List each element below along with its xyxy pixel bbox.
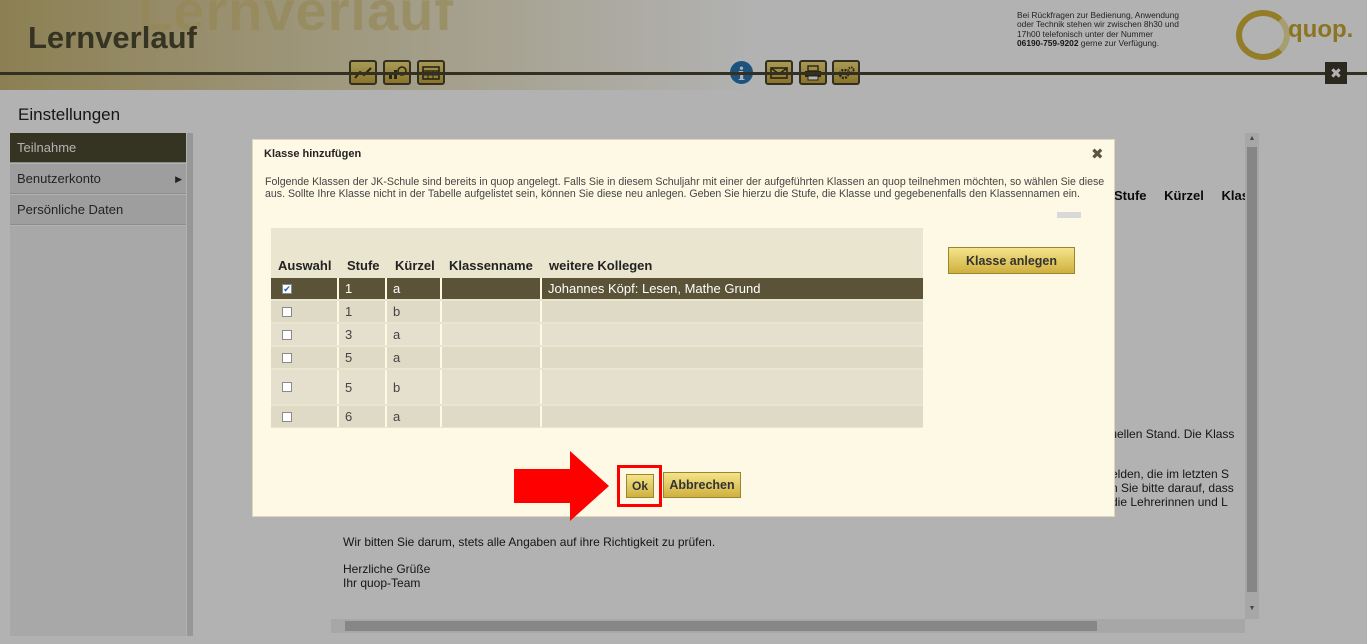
column-header-auswahl: Auswahl	[278, 258, 332, 273]
dialog-scroll-indicator	[1057, 212, 1081, 218]
cell-kollegen	[542, 301, 923, 322]
cell-kollegen: Johannes Köpf: Lesen, Mathe Grund	[542, 278, 923, 299]
table-row[interactable]: 3 a	[271, 324, 923, 345]
row-checkbox[interactable]: ✔	[282, 283, 292, 294]
row-checkbox[interactable]	[282, 329, 292, 340]
classes-table: Auswahl Stufe Kürzel Klassenname weitere…	[271, 228, 923, 428]
cell-kuerzel: b	[387, 301, 442, 322]
dialog-title: Klasse hinzufügen	[264, 148, 362, 160]
cell-stufe: 1	[339, 301, 387, 322]
table-row[interactable]: 5 a	[271, 347, 923, 368]
cell-klassenname	[442, 406, 542, 427]
cell-kuerzel: a	[387, 278, 442, 299]
red-arrow-icon	[514, 451, 609, 521]
row-checkbox[interactable]	[282, 306, 292, 317]
cell-kollegen	[542, 347, 923, 368]
cell-stufe: 5	[339, 370, 387, 404]
table-row[interactable]: 5 b	[271, 370, 923, 404]
cell-klassenname	[442, 370, 542, 404]
cell-kollegen	[542, 324, 923, 345]
row-checkbox[interactable]	[282, 352, 292, 363]
table-row[interactable]: ✔ 1 a Johannes Köpf: Lesen, Mathe Grund	[271, 278, 923, 299]
cell-kollegen	[542, 406, 923, 427]
row-checkbox[interactable]	[282, 382, 292, 392]
cell-kuerzel: a	[387, 347, 442, 368]
cell-klassenname	[442, 324, 542, 345]
column-header-stufe: Stufe	[347, 258, 380, 273]
cell-stufe: 6	[339, 406, 387, 427]
cell-klassenname	[442, 347, 542, 368]
cell-kollegen	[542, 370, 923, 404]
cell-kuerzel: b	[387, 370, 442, 404]
table-row[interactable]: 1 b	[271, 301, 923, 322]
cell-klassenname	[442, 278, 542, 299]
cancel-button[interactable]: Abbrechen	[663, 472, 741, 498]
column-header-weitere-kollegen: weitere Kollegen	[549, 258, 653, 273]
dialog-description: Folgende Klassen der JK-Schule sind bere…	[265, 176, 1105, 200]
add-class-dialog: Klasse hinzufügen ✖ Folgende Klassen der…	[252, 139, 1115, 521]
cell-stufe: 5	[339, 347, 387, 368]
table-row[interactable]: 6 a	[271, 406, 923, 427]
cell-klassenname	[442, 301, 542, 322]
ok-button[interactable]: Ok	[626, 474, 654, 498]
cell-stufe: 1	[339, 278, 387, 299]
cell-stufe: 3	[339, 324, 387, 345]
cell-kuerzel: a	[387, 324, 442, 345]
cell-kuerzel: a	[387, 406, 442, 427]
column-header-klassenname: Klassenname	[449, 258, 533, 273]
dialog-close-icon[interactable]: ✖	[1091, 145, 1104, 163]
row-checkbox[interactable]	[282, 411, 292, 422]
column-header-kuerzel: Kürzel	[395, 258, 435, 273]
add-class-button[interactable]: Klasse anlegen	[948, 247, 1075, 274]
